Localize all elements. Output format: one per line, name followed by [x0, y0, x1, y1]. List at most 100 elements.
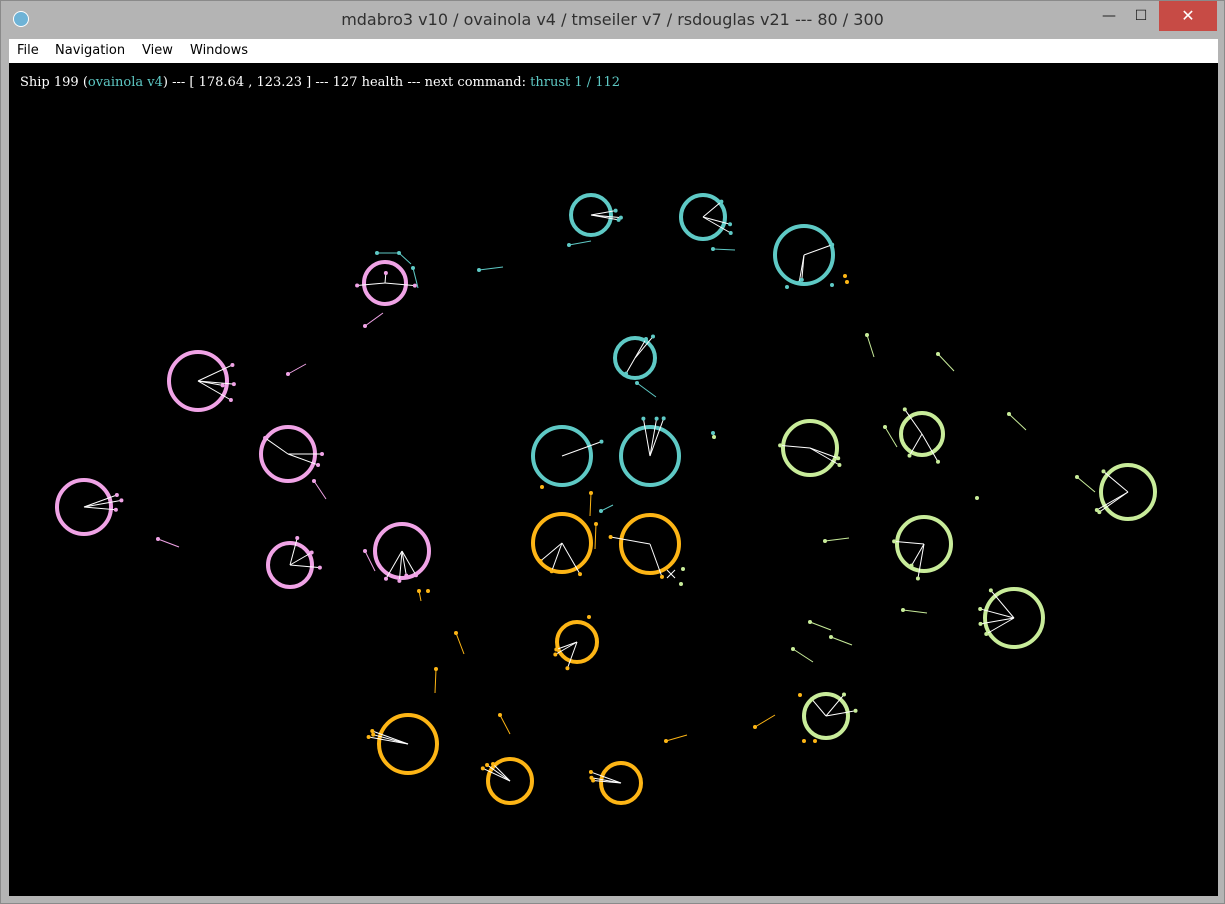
ship: [909, 563, 914, 568]
ship: [843, 274, 847, 278]
game-canvas[interactable]: Ship 199 (ovainola v4) --- [ 178.64 , 12…: [9, 63, 1218, 896]
flying-ship-trail: [589, 492, 592, 517]
ship: [412, 283, 417, 288]
ship: [902, 407, 907, 412]
ship: [589, 491, 593, 495]
ship: [975, 496, 979, 500]
docking-line: [264, 437, 289, 455]
ship: [485, 762, 490, 767]
ship: [659, 574, 664, 579]
ship: [837, 463, 842, 467]
docking-line: [803, 244, 833, 256]
ship: [1075, 475, 1079, 479]
ship: [808, 620, 812, 624]
ship: [641, 416, 646, 421]
ship: [404, 573, 409, 578]
docking-line: [702, 201, 722, 218]
ship: [907, 453, 912, 458]
ship: [892, 539, 897, 544]
ship: [841, 692, 846, 697]
ship: [613, 208, 618, 213]
ship: [375, 251, 379, 255]
menu-view[interactable]: View: [142, 43, 173, 58]
ship: [712, 435, 716, 439]
docking-line: [561, 441, 602, 457]
ship: [798, 693, 802, 697]
ship: [853, 708, 858, 713]
ship: [802, 739, 806, 743]
menu-file[interactable]: File: [17, 43, 39, 58]
ship: [228, 398, 233, 402]
ship: [728, 231, 733, 235]
flying-ship-trail: [478, 266, 504, 271]
ship: [480, 766, 485, 771]
ship: [830, 283, 834, 287]
flying-ship-trail: [313, 480, 327, 500]
ship: [711, 431, 715, 435]
ship: [309, 550, 314, 555]
ship: [295, 535, 300, 540]
maximize-button[interactable]: ☐: [1123, 1, 1159, 31]
ship: [578, 572, 582, 577]
title-bar[interactable]: mdabro3 v10 / ovainola v4 / tmseiler v7 …: [1, 1, 1224, 39]
ship: [608, 535, 613, 540]
ship: [383, 271, 388, 276]
flying-ship-trail: [792, 648, 814, 663]
flying-ship-trail: [809, 621, 832, 631]
ship: [587, 615, 591, 619]
flying-ship-trail: [712, 248, 736, 251]
docking-line: [809, 447, 839, 459]
ship: [286, 372, 290, 376]
ship: [599, 509, 603, 513]
ship: [785, 285, 789, 289]
ship: [414, 573, 418, 578]
docking-line: [492, 763, 511, 782]
ship: [370, 729, 375, 734]
ship: [664, 739, 668, 743]
flying-ship-trail: [600, 504, 614, 512]
app-window: mdabro3 v10 / ovainola v4 / tmseiler v7 …: [0, 0, 1225, 904]
flying-ship-trail: [364, 312, 384, 327]
flying-ship-trail: [1076, 476, 1096, 493]
docking-line: [83, 499, 122, 508]
ship: [809, 697, 814, 702]
ship: [728, 222, 733, 227]
menu-bar: File Navigation View Windows: [9, 39, 1218, 63]
ship: [397, 578, 402, 583]
flying-ship-trail: [830, 636, 853, 646]
ship: [317, 565, 322, 570]
ship: [454, 631, 458, 635]
flying-ship-trail: [398, 252, 412, 265]
ship: [320, 452, 324, 456]
ship: [384, 576, 388, 581]
ship: [915, 576, 920, 581]
menu-navigation[interactable]: Navigation: [55, 43, 125, 58]
ship: [156, 537, 160, 541]
ship: [114, 493, 119, 498]
docking-line: [990, 590, 1015, 619]
ship: [778, 443, 783, 448]
flying-ship-trail: [1008, 413, 1027, 431]
close-button[interactable]: ✕: [1159, 1, 1217, 31]
docking-line: [384, 282, 415, 287]
ship: [635, 381, 639, 385]
ship: [901, 608, 905, 612]
ship: [1101, 469, 1106, 474]
docking-line: [649, 418, 658, 457]
ship: [594, 522, 598, 526]
ship: [498, 713, 502, 717]
flying-ship-trail: [434, 668, 437, 694]
menu-windows[interactable]: Windows: [190, 43, 248, 58]
flying-ship-trail: [287, 363, 307, 375]
ship: [263, 435, 268, 440]
ship: [661, 416, 666, 421]
docking-line: [368, 736, 409, 745]
ship: [591, 778, 596, 783]
ship: [231, 382, 236, 387]
ship: [681, 567, 685, 571]
game-world: [55, 193, 1157, 805]
ship: [426, 589, 430, 593]
ship: [540, 485, 544, 489]
ship: [316, 462, 321, 467]
ship: [553, 652, 558, 657]
